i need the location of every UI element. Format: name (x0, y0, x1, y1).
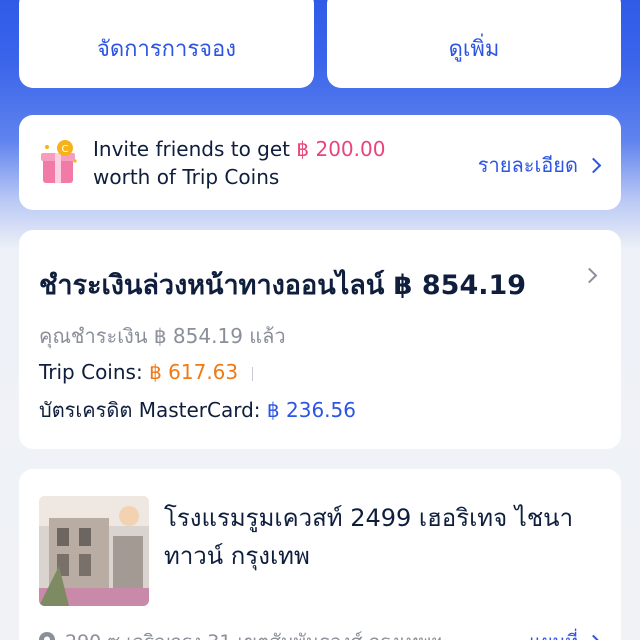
manage-booking-label: จัดการการจอง (96, 36, 236, 62)
manage-booking-button[interactable]: จัดการการจอง (19, 0, 314, 88)
map-link[interactable]: แผนที่ (529, 627, 602, 640)
invite-friends-card[interactable]: C Invite friends to get ฿ 200.00 worth o… (19, 115, 621, 210)
chevron-right-icon[interactable] (581, 267, 598, 284)
divider (252, 366, 254, 381)
hotel-address: 290 ซ.เจริญกรุง 31 เขตสัมพันธวงศ์ กรุงเท… (39, 627, 442, 640)
chevron-right-icon (585, 157, 602, 173)
svg-text:C: C (62, 144, 69, 155)
chevron-right-icon (585, 634, 602, 640)
trip-coins-row: Trip Coins: ฿ 617.63 (39, 360, 254, 384)
hotel-name: โรงแรมรูมเควสท์ 2499 เฮอริเทจ ไชนาทาวน์ … (164, 504, 574, 570)
details-link[interactable]: รายละเอียด (477, 149, 602, 181)
credit-card-value: ฿ 236.56 (266, 398, 356, 422)
trip-coins-label: Trip Coins: (39, 360, 150, 384)
hotel-photo[interactable] (39, 496, 149, 606)
invite-message: Invite friends to get ฿ 200.00 worth of … (93, 135, 385, 191)
hotel-address-text: 290 ซ.เจริญกรุง 31 เขตสัมพันธวงศ์ กรุงเท… (65, 627, 442, 640)
invite-prefix: Invite friends to get (93, 137, 297, 161)
details-label: รายละเอียด (477, 153, 578, 177)
invite-line2: worth of Trip Coins (93, 165, 280, 189)
view-more-label: ดูเพิ่ม (448, 36, 500, 62)
hotel-card[interactable]: โรงแรมรูมเควสท์ 2499 เฮอริเทจ ไชนาทาวน์ … (19, 469, 621, 640)
map-label: แผนที่ (529, 627, 578, 640)
view-more-button[interactable]: ดูเพิ่ม (327, 0, 621, 88)
gift-icon: C (41, 140, 77, 183)
location-pin-icon (39, 632, 55, 640)
invite-amount: ฿ 200.00 (296, 137, 386, 161)
paid-amount-text: คุณชำระเงิน ฿ 854.19 แล้ว (39, 324, 286, 348)
credit-card-row: บัตรเครดิต MasterCard: ฿ 236.56 (39, 394, 356, 426)
payment-summary-card[interactable]: ชำระเงินล่วงหน้าทางออนไลน์ ฿ 854.19 คุณช… (19, 230, 621, 449)
credit-card-label: บัตรเครดิต MasterCard: (39, 398, 267, 422)
payment-title: ชำระเงินล่วงหน้าทางออนไลน์ ฿ 854.19 (39, 270, 527, 301)
trip-coins-value: ฿ 617.63 (149, 360, 239, 384)
